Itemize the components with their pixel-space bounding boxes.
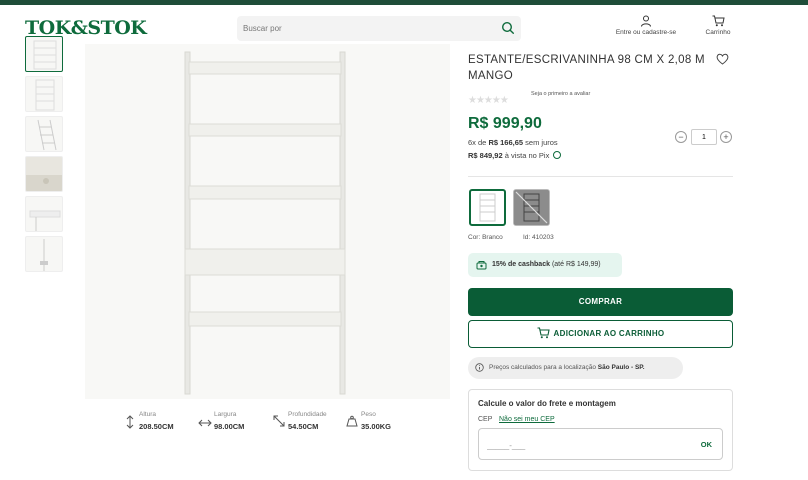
installments: 6x de R$ 166,65 sem juros xyxy=(468,138,558,147)
cart-link[interactable]: Carrinho xyxy=(700,15,736,36)
spec-value: 208.50CM xyxy=(139,422,174,431)
pix-suffix: à vista no Pix xyxy=(504,151,550,160)
weight-icon xyxy=(346,415,358,427)
cart-icon xyxy=(712,15,725,27)
cashback-limit: (até R$ 149,99) xyxy=(551,261,601,268)
quantity-input[interactable] xyxy=(691,129,717,145)
buy-button[interactable]: COMPRAR xyxy=(468,288,733,316)
cep-label: CEP xyxy=(478,416,493,423)
installments-prefix: 6x de xyxy=(468,138,487,147)
color-label: Cor: Branco xyxy=(468,234,503,241)
location-city: São Paulo - SP. xyxy=(597,364,645,371)
cashback-icon xyxy=(476,261,487,270)
cep-ok-button[interactable]: OK xyxy=(701,440,712,449)
product-title: ESTANTE/ESCRIVANINHA 98 CM X 2,08 M MANG… xyxy=(468,54,705,82)
thumbnail[interactable] xyxy=(25,76,63,112)
product-image xyxy=(85,44,450,399)
freight-calculator: Calcule o valor do frete e montagem CEP … xyxy=(468,389,733,471)
thumbnail[interactable] xyxy=(25,236,63,272)
add-to-cart-button[interactable]: ADICIONAR AO CARRINHO xyxy=(468,320,733,348)
thumbnail[interactable] xyxy=(25,116,63,152)
shelf-illustration xyxy=(184,51,346,395)
thumbnail[interactable] xyxy=(25,156,63,192)
thumbnail-list xyxy=(25,36,65,276)
user-icon xyxy=(641,15,651,27)
rating-stars[interactable]: ★★★★★ xyxy=(468,90,509,108)
thumbnail[interactable] xyxy=(25,196,63,232)
depth-icon xyxy=(273,415,285,427)
add-to-cart-label: ADICIONAR AO CARRINHO xyxy=(553,329,665,338)
rating-link[interactable]: Seja o primeiro a avaliar xyxy=(531,91,590,97)
freight-title: Calcule o valor do frete e montagem xyxy=(478,399,616,408)
cashback-badge: 15% de cashback (até R$ 149,99) xyxy=(468,253,622,277)
account-label: Entre ou cadastre-se xyxy=(615,29,677,36)
product-id: Id: 410203 xyxy=(523,234,554,241)
cep-field: OK xyxy=(478,428,723,460)
price: R$ 999,90 xyxy=(468,115,542,132)
search-bar xyxy=(237,16,521,41)
search-input[interactable] xyxy=(243,20,483,37)
quantity-decrease-button[interactable]: − xyxy=(675,131,687,143)
quantity-increase-button[interactable]: + xyxy=(720,131,732,143)
pix-icon xyxy=(553,151,562,159)
installments-value: R$ 166,65 xyxy=(488,138,524,147)
account-link[interactable]: Entre ou cadastre-se xyxy=(606,15,686,36)
spec-value: 54.50CM xyxy=(288,422,319,431)
color-swatch-gray[interactable] xyxy=(513,189,550,226)
divider xyxy=(468,176,733,177)
height-icon xyxy=(126,415,134,429)
cep-input[interactable] xyxy=(487,437,667,453)
header: TOK&STOK Entre ou cadastre-se Carrinho xyxy=(0,5,808,47)
cep-help-link[interactable]: Não sei meu CEP xyxy=(499,416,555,423)
spec-value: 35.00KG xyxy=(361,422,392,431)
pix-price: R$ 849,92 à vista no Pix xyxy=(468,151,562,160)
location-notice: Preços calculados para a localização São… xyxy=(468,357,683,379)
installments-suffix: sem juros xyxy=(525,138,558,147)
cart-icon xyxy=(537,327,550,339)
spec-label: Altura xyxy=(139,411,156,418)
color-swatch-white[interactable] xyxy=(469,189,506,226)
spec-value: 98.00CM xyxy=(214,422,245,431)
width-icon xyxy=(198,419,212,427)
cart-label: Carrinho xyxy=(705,29,731,36)
spec-label: Largura xyxy=(214,411,237,418)
spec-label: Peso xyxy=(361,411,376,418)
heart-icon[interactable] xyxy=(716,53,729,65)
cashback-percent: 15% de cashback xyxy=(492,261,550,268)
thumbnail[interactable] xyxy=(25,36,63,72)
product-specs: Altura 208.50CM Largura 98.00CM Profundi… xyxy=(125,411,425,435)
info-icon xyxy=(475,363,484,372)
search-icon[interactable] xyxy=(501,21,515,35)
location-prefix: Preços calculados para a localização xyxy=(489,364,596,371)
spec-label: Profundidade xyxy=(288,411,327,418)
pix-value: R$ 849,92 xyxy=(468,151,503,160)
